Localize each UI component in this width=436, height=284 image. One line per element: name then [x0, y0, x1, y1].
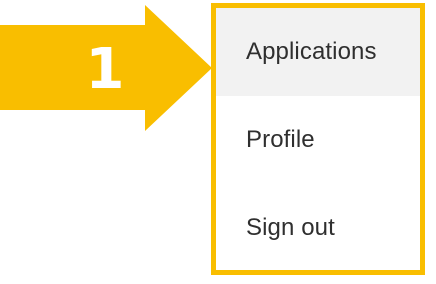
callout-arrow-shape — [0, 5, 212, 131]
step-number: 1 — [85, 37, 125, 102]
menu-item-label: Sign out — [246, 214, 335, 241]
menu-item-applications[interactable]: Applications — [216, 8, 420, 96]
menu-item-profile[interactable]: Profile — [216, 96, 420, 184]
menu-item-label: Applications — [246, 38, 377, 65]
menu-item-sign-out[interactable]: Sign out — [216, 184, 420, 270]
user-menu-dropdown: Applications Profile Sign out — [211, 3, 425, 275]
menu-item-label: Profile — [246, 126, 315, 153]
